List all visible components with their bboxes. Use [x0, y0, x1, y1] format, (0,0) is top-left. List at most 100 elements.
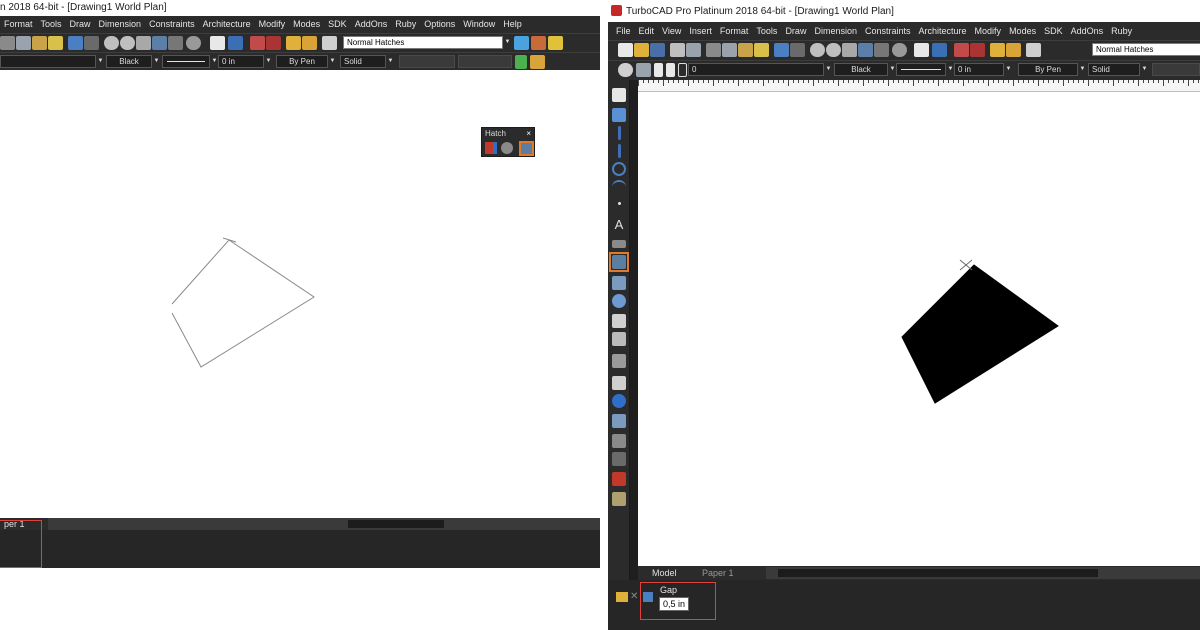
menu-addons[interactable]: AddOns	[1067, 22, 1108, 40]
close-icon[interactable]: ✕	[630, 592, 640, 602]
arc-icon[interactable]	[612, 180, 626, 194]
zoom-in-icon[interactable]	[104, 36, 119, 50]
tab-model[interactable]: Model	[648, 567, 681, 579]
line-width-input[interactable]: 0 in	[218, 55, 264, 68]
menu-options[interactable]: Options	[420, 16, 459, 32]
snap-grid-icon[interactable]	[932, 43, 947, 57]
redo-icon[interactable]	[84, 36, 99, 50]
zoom-window-icon[interactable]	[842, 43, 857, 57]
layer-manager-icon[interactable]	[636, 63, 651, 77]
chevron-down-icon[interactable]: ▼	[386, 55, 395, 68]
menu-tools[interactable]: Tools	[37, 16, 66, 32]
hatch-icon[interactable]	[612, 255, 626, 269]
menu-dimension[interactable]: Dimension	[810, 22, 861, 40]
zoom-out-icon[interactable]	[120, 36, 135, 50]
zoom-window-icon[interactable]	[136, 36, 151, 50]
menu-format[interactable]: Format	[0, 16, 37, 32]
horizontal-scrollbar[interactable]	[48, 518, 600, 530]
copy-icon[interactable]	[722, 43, 737, 57]
menu-architecture[interactable]: Architecture	[915, 22, 971, 40]
scrollbar-thumb[interactable]	[348, 520, 444, 528]
grid-view-icon[interactable]	[874, 43, 889, 57]
color-select[interactable]: Black	[834, 63, 888, 76]
menu-constraints[interactable]: Constraints	[145, 16, 199, 32]
eraser-icon[interactable]	[612, 314, 626, 328]
print-icon[interactable]	[670, 43, 685, 57]
layer-icon[interactable]	[612, 452, 626, 466]
grid-view-icon[interactable]	[168, 36, 183, 50]
line-type-select[interactable]: Solid	[340, 55, 386, 68]
zoom-out-icon[interactable]	[826, 43, 841, 57]
table-icon[interactable]	[612, 414, 626, 428]
palette-icon[interactable]	[266, 36, 281, 50]
folder-open-icon[interactable]	[990, 43, 1005, 57]
paint-icon[interactable]	[612, 376, 626, 390]
fill-color-icon[interactable]	[548, 36, 563, 50]
cut-icon[interactable]	[0, 36, 15, 50]
open-folder-icon[interactable]	[634, 43, 649, 57]
layer-select[interactable]: 0	[688, 63, 824, 76]
vertical-scrollbar[interactable]	[630, 80, 638, 580]
insert-icon[interactable]	[612, 276, 626, 290]
properties-icon[interactable]	[1026, 43, 1041, 57]
menu-addons[interactable]: AddOns	[351, 16, 392, 32]
point-icon[interactable]	[618, 202, 621, 205]
copy-icon[interactable]	[16, 36, 31, 50]
view-icon[interactable]	[152, 36, 167, 50]
line-icon[interactable]	[618, 126, 621, 140]
paint-bucket-icon[interactable]	[530, 55, 545, 69]
save-icon[interactable]	[650, 43, 665, 57]
view-icon[interactable]	[858, 43, 873, 57]
menu-constraints[interactable]: Constraints	[861, 22, 915, 40]
gear-icon[interactable]	[618, 63, 633, 77]
hatch-style-select[interactable]: Normal Hatches	[343, 36, 503, 49]
visibility-icon[interactable]	[654, 63, 663, 77]
chevron-down-icon[interactable]: ▼	[503, 36, 512, 49]
menu-help[interactable]: Help	[499, 16, 526, 32]
redo-icon[interactable]	[790, 43, 805, 57]
menu-tools[interactable]: Tools	[752, 22, 781, 40]
format-painter-icon[interactable]	[48, 36, 63, 50]
quadrilateral-outline[interactable]	[171, 239, 315, 368]
zoom-in-icon[interactable]	[810, 43, 825, 57]
palette-icon[interactable]	[970, 43, 985, 57]
folder-open-icon[interactable]	[286, 36, 301, 50]
abc-spell-icon[interactable]	[210, 36, 225, 50]
right-drawing-canvas[interactable]	[639, 92, 1200, 565]
menu-edit[interactable]: Edit	[635, 22, 659, 40]
checkmark-icon[interactable]	[515, 55, 527, 69]
chevron-down-icon[interactable]: ▼	[152, 55, 161, 68]
cut-icon[interactable]	[706, 43, 721, 57]
select-hatch-icon[interactable]	[514, 36, 529, 50]
menu-sdk[interactable]: SDK	[324, 16, 351, 32]
edit-tool-icon[interactable]	[612, 108, 626, 122]
render-icon[interactable]	[186, 36, 201, 50]
menu-modes[interactable]: Modes	[1005, 22, 1040, 40]
menu-format[interactable]: Format	[716, 22, 753, 40]
tab-paper-1[interactable]: Paper 1	[698, 567, 738, 579]
menu-draw[interactable]: Draw	[781, 22, 810, 40]
line-style-preview[interactable]	[896, 63, 946, 76]
menu-modify[interactable]: Modify	[255, 16, 290, 32]
menu-dimension[interactable]: Dimension	[95, 16, 146, 32]
pen-tool-icon[interactable]	[954, 43, 969, 57]
line-width-input[interactable]: 0 in	[954, 63, 1004, 76]
chevron-down-icon[interactable]: ▼	[328, 55, 337, 68]
lock-icon[interactable]	[666, 63, 675, 77]
pen-tool-icon[interactable]	[250, 36, 265, 50]
chevron-down-icon[interactable]: ▼	[1078, 63, 1087, 76]
menu-view[interactable]: View	[658, 22, 685, 40]
grid-icon[interactable]	[612, 332, 626, 346]
folder-save-icon[interactable]	[302, 36, 317, 50]
chevron-down-icon[interactable]: ▼	[824, 63, 833, 76]
color-swatch-icon[interactable]	[678, 63, 687, 77]
select-icon[interactable]	[612, 88, 626, 102]
polyline-icon[interactable]	[618, 144, 621, 158]
menu-draw[interactable]: Draw	[66, 16, 95, 32]
menu-ruby[interactable]: Ruby	[391, 16, 420, 32]
menu-architecture[interactable]: Architecture	[199, 16, 255, 32]
menu-modify[interactable]: Modify	[971, 22, 1006, 40]
pin-icon[interactable]	[616, 592, 628, 602]
block-icon[interactable]	[612, 434, 626, 448]
menu-file[interactable]: File	[608, 22, 635, 40]
